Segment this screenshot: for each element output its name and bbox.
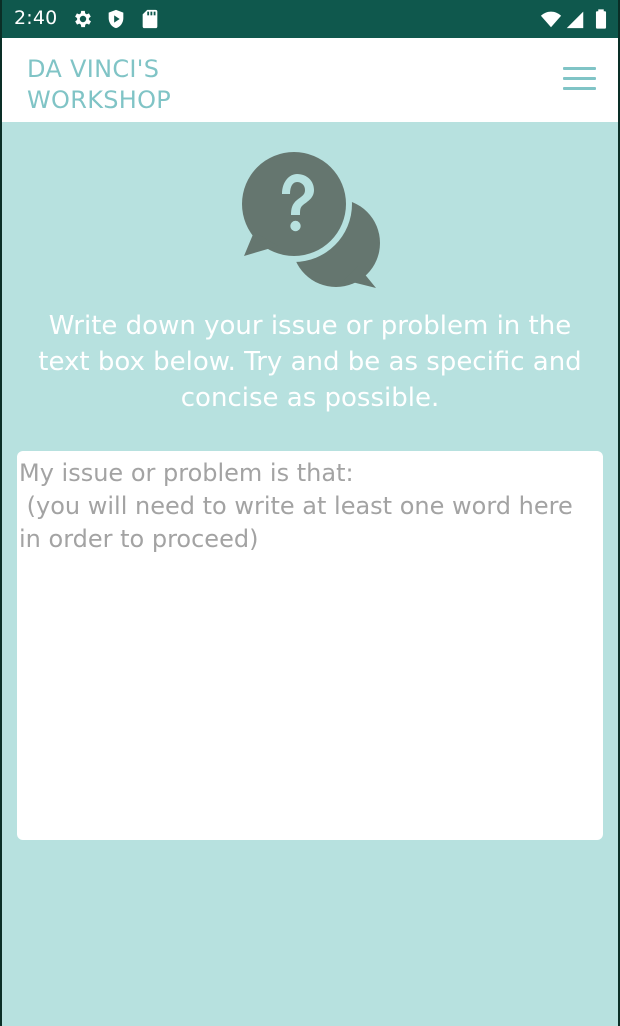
status-time: 2:40 <box>14 7 58 29</box>
status-bar: 2:40 <box>2 0 618 38</box>
app-header: DA VINCI'S WORKSHOP <box>2 38 618 122</box>
shield-play-icon <box>108 9 124 29</box>
question-chat-bubbles-icon <box>240 148 380 288</box>
gear-icon <box>75 10 91 28</box>
menu-bar <box>563 67 596 70</box>
cell-signal-icon <box>566 11 584 29</box>
brand-title[interactable]: DA VINCI'S WORKSHOP <box>27 54 247 116</box>
sd-card-icon <box>142 9 158 29</box>
menu-bar <box>563 77 596 80</box>
issue-text-input[interactable] <box>17 451 603 840</box>
battery-icon <box>595 9 607 29</box>
menu-bar <box>563 87 596 90</box>
screen: 2:40 DA VINCI'S WORKSHOP Write down your… <box>2 0 618 1026</box>
hamburger-menu-icon[interactable] <box>558 64 598 96</box>
instructions-text: Write down your issue or problem in the … <box>38 311 582 413</box>
wifi-icon <box>540 11 562 28</box>
